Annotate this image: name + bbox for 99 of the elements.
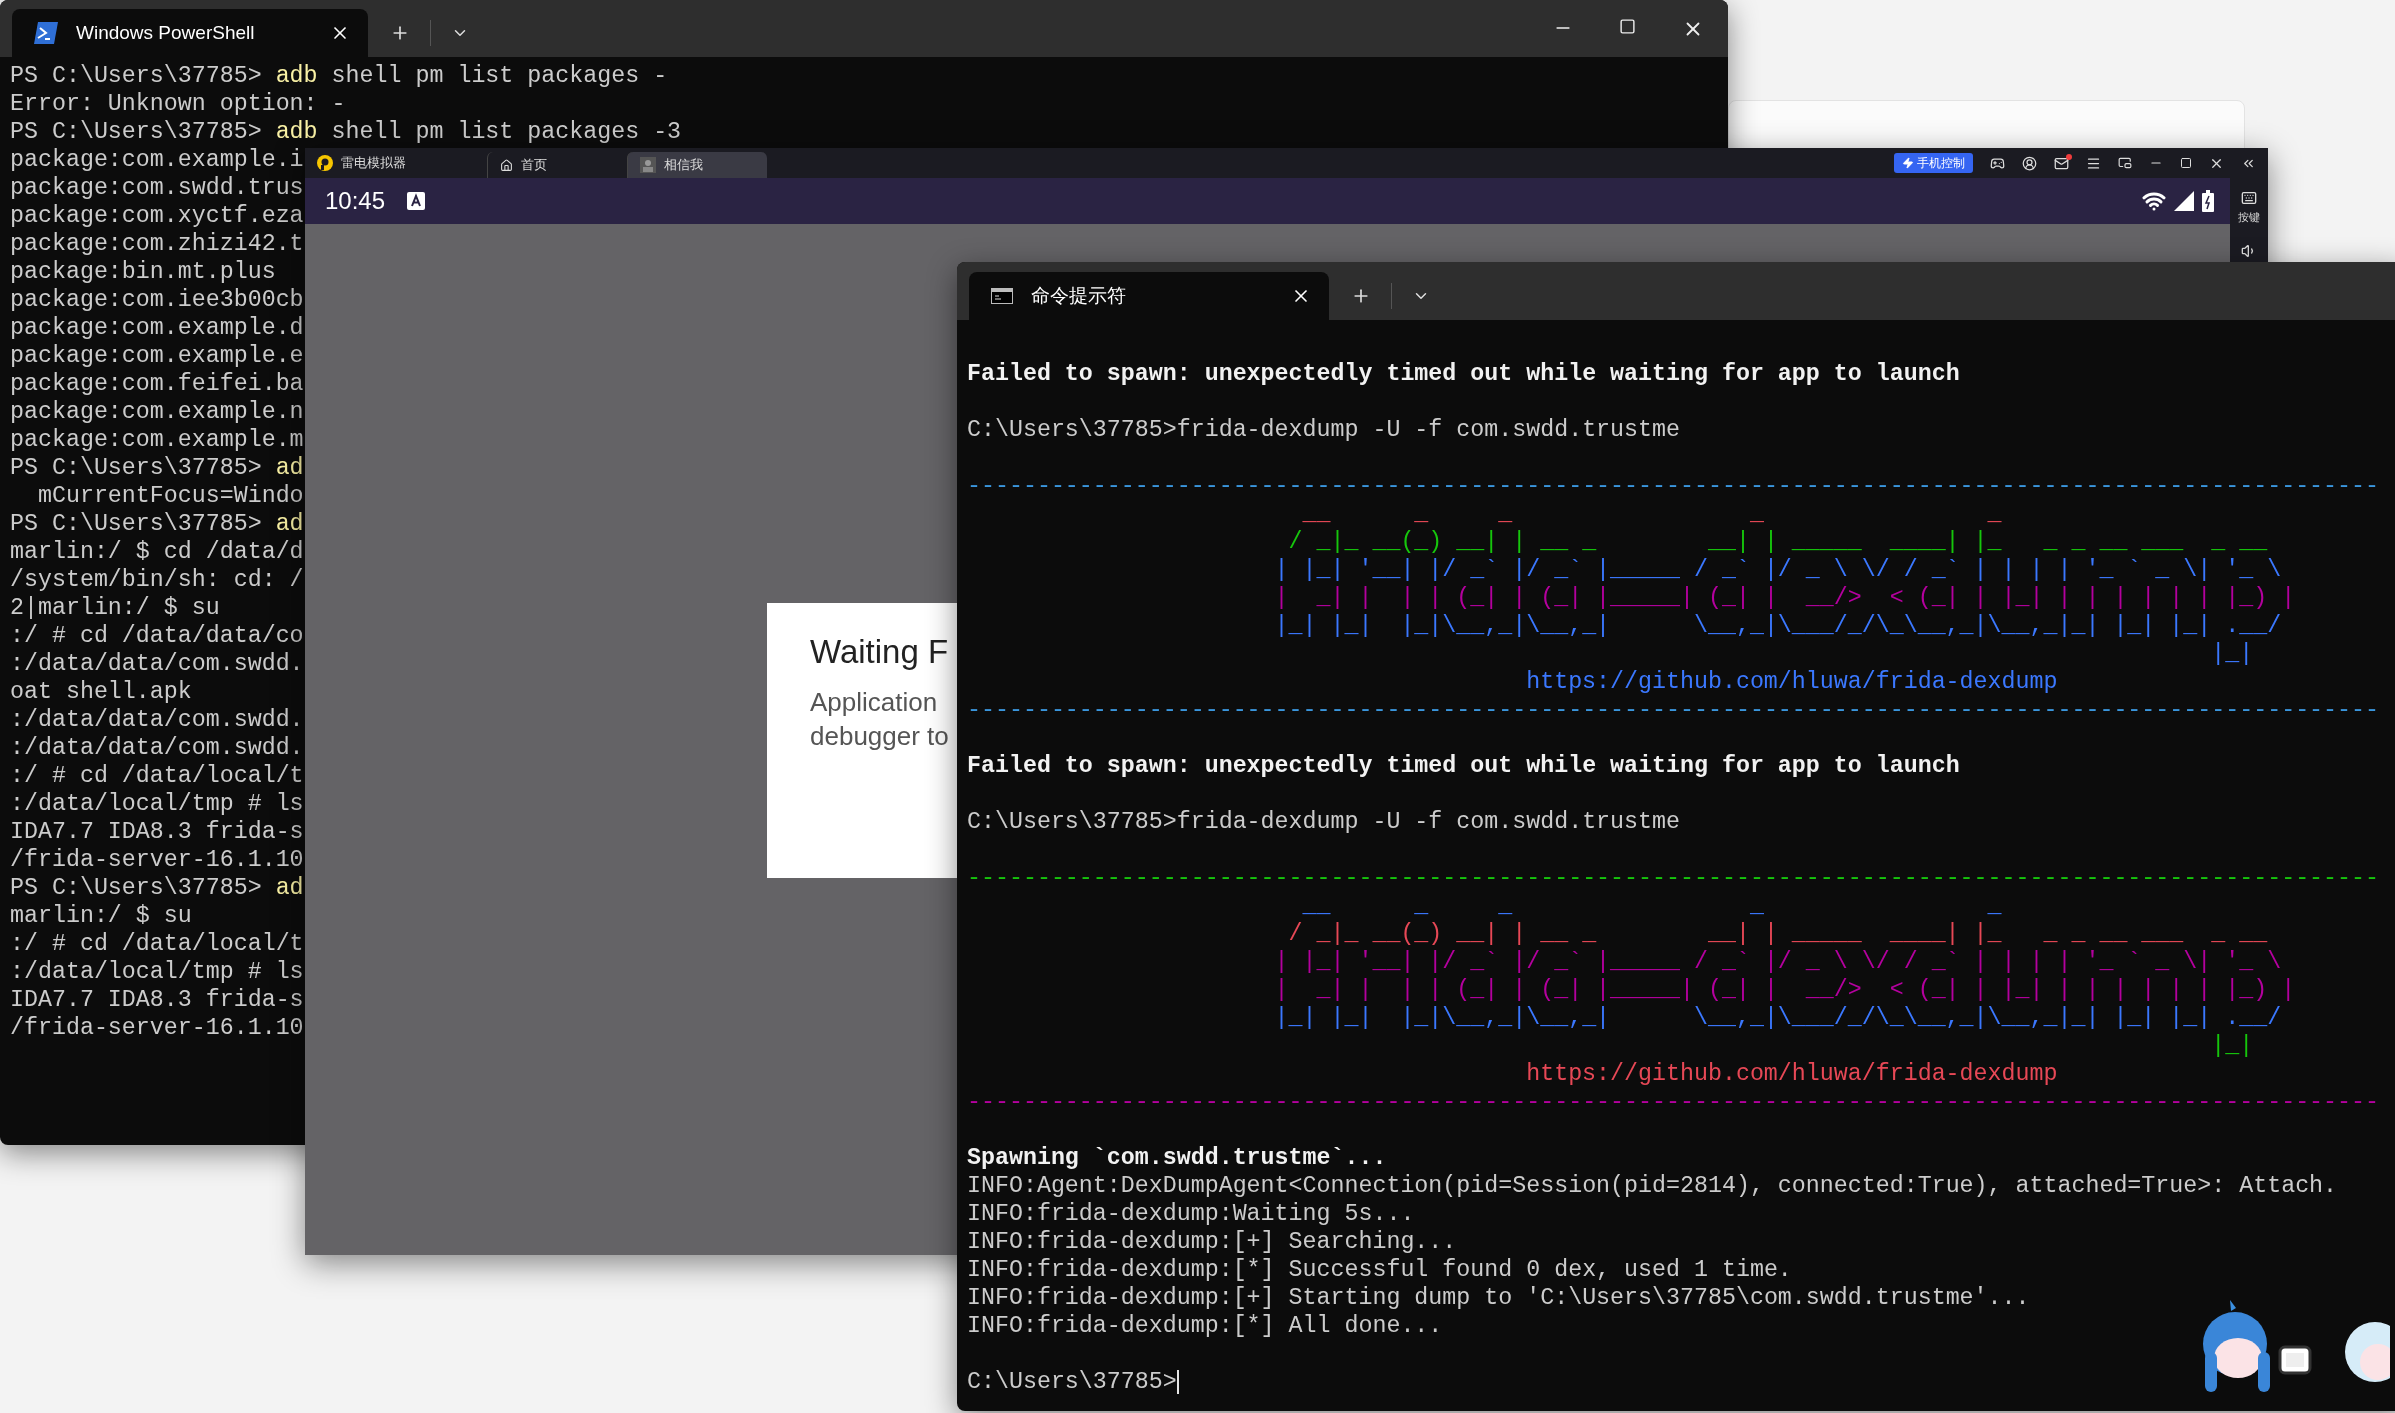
output-line: :/data/local/tmp # ls xyxy=(10,790,304,818)
ascii-art-line: | |_| '__| |/ _` |/ _` |_____ / _` |/ _ \ \/ / _` | | | | '_ ` _ \| '_ \ xyxy=(1274,948,2282,976)
prompt-text: PS C:\Users\37785> xyxy=(10,119,262,145)
url-text: https://github.com/hluwa/frida-dexdump xyxy=(1526,1060,2058,1088)
prompt-text: PS C:\Users\37785> xyxy=(10,511,262,537)
output-line: package:com.example.e xyxy=(10,342,304,370)
output-line: package:com.feifei.ba xyxy=(10,370,304,398)
terminal-icon xyxy=(34,22,58,44)
window-icon[interactable] xyxy=(2118,156,2132,170)
output-line: :/ # cd /data/local/t xyxy=(10,930,304,958)
prompt-text: PS C:\Users\37785> xyxy=(10,63,262,89)
command-args: shell pm list packages - xyxy=(331,63,668,89)
menu-icon[interactable] xyxy=(2086,155,2101,171)
text-cursor xyxy=(1176,1369,1179,1394)
output-line: package:com.example.i xyxy=(10,146,304,174)
output-line: package:com.example.d xyxy=(10,314,304,342)
output-line: :/data/local/tmp # ls xyxy=(10,958,304,986)
output-line: package:com.xyctf.eza xyxy=(10,202,304,230)
output-line: package:com.zhizi42.t xyxy=(10,230,304,258)
ascii-art-line: / _|_ __(_) __| | __ _ __| | _____ ____| |_ _ _ __ ___ _ __ xyxy=(1287,920,2268,948)
command-name: adb xyxy=(275,119,318,145)
prompt-text: PS C:\Users\37785> xyxy=(10,455,262,481)
output-line: package:com.swdd.trus xyxy=(10,174,304,202)
output-line: package:bin.mt.plus xyxy=(10,258,276,286)
ascii-art-line: |_| |_| |_|\__,_|\__,_| \__,_|\___/_/\_\__,_|\__,_|_| |_| |_| .__/ xyxy=(1274,612,2282,640)
separator-line: ----------------------------------------------------------------------------------------------------- xyxy=(967,472,2380,500)
ascii-art-line: __ _ _ _ _ xyxy=(1301,892,2002,920)
window-tab[interactable]: 命令提示符 xyxy=(969,272,1329,320)
mail-icon[interactable] xyxy=(2054,155,2069,171)
output-line: INFO:frida-dexdump:[+] Starting dump to 'C:\Users\37785\com.swdd.trustme'... xyxy=(967,1284,2030,1312)
ascii-art-line: | _| | | | (_| | (_| |_____| (_| | __/> < (_| | |_| | | | | | | |_) | xyxy=(1274,976,2296,1004)
window-tab[interactable]: Windows PowerShell xyxy=(12,9,368,57)
output-line: :/data/data/com.swdd. xyxy=(10,650,304,678)
output-line: INFO:frida-dexdump:[*] All done... xyxy=(967,1312,1443,1340)
ascii-art-line: / _|_ __(_) __| | __ _ __| | _____ ____| |_ _ _ __ ___ _ __ xyxy=(1287,528,2268,556)
output-line: INFO:frida-dexdump:[+] Searching... xyxy=(967,1228,1457,1256)
control-button[interactable]: 手机控制 xyxy=(1894,153,1973,173)
side-label: 按键 xyxy=(2238,210,2260,225)
output-line: marlin:/ $ cd /data/d xyxy=(10,538,304,566)
separator-line: ----------------------------------------------------------------------------------------------------- xyxy=(967,696,2380,724)
ascii-art-line: |_| |_| |_|\__,_|\__,_| \__,_|\___/_/\_\__,_|\__,_|_| |_| |_| .__/ xyxy=(1274,1004,2282,1032)
output-line: marlin:/ $ su xyxy=(10,902,192,930)
ascii-art-line: __ _ _ _ _ xyxy=(1301,500,2002,528)
home-icon xyxy=(500,158,513,172)
dialog-title: Waiting F xyxy=(810,633,949,671)
app-name: 雷电模拟器 xyxy=(341,154,406,172)
ascii-art-line: | _| | | | (_| | (_| |_____| (_| | __/> < (_| | |_| | | | | | | |_) | xyxy=(1274,584,2296,612)
command-name: ad xyxy=(275,511,304,537)
output-line: Failed to spawn: unexpectedly timed out while waiting for app to launch xyxy=(967,752,1960,780)
emulator-tab[interactable]: 相信我 xyxy=(627,152,767,178)
ascii-art-line: | |_| '__| |/ _` |/ _` |_____ / _` |/ _ \ \/ / _` | | | | '_ ` _ \| '_ \ xyxy=(1274,556,2282,584)
ascii-art-line: |_| xyxy=(2210,640,2254,668)
url-text: https://github.com/hluwa/frida-dexdump xyxy=(1526,668,2058,696)
keyboard-icon[interactable] xyxy=(2241,190,2257,206)
output-line: INFO:Agent:DexDumpAgent<Connection(pid=Session(pid=2814), connected:True), attached=True>: Attach. xyxy=(967,1172,2338,1200)
output-line: package:com.example.m xyxy=(10,426,304,454)
maximize-icon[interactable] xyxy=(2180,157,2192,169)
output-line: Failed to spawn: unexpectedly timed out while waiting for app to launch xyxy=(967,360,1960,388)
ascii-art-line: |_| xyxy=(2210,1032,2254,1060)
command-name: ad xyxy=(275,455,304,481)
status-time: 10:45 xyxy=(325,187,386,215)
output-line: :/ # cd /data/local/t xyxy=(10,762,304,790)
user-icon[interactable] xyxy=(2022,155,2037,171)
output-line: INFO:frida-dexdump:[*] Successful found 0 dex, used 1 time. xyxy=(967,1256,1792,1284)
separator-line: ----------------------------------------------------------------------------------------------------- xyxy=(967,864,2380,892)
separator-line: ----------------------------------------------------------------------------------------------------- xyxy=(967,1088,2380,1116)
output-line: /system/bin/sh: cd: / xyxy=(10,566,304,594)
output-line: :/data/data/com.swdd. xyxy=(10,706,304,734)
prompt-text: C:\Users\37785> xyxy=(967,1369,1177,1395)
dialog-text: Application debugger to xyxy=(810,686,950,753)
output-line: IDA7.7 IDA8.3 frida-s xyxy=(10,818,304,846)
output-line: package:com.iee3b00cb xyxy=(10,286,304,314)
output-line: :/ # cd /data/data/co xyxy=(10,622,304,650)
notification-icon xyxy=(407,192,426,210)
output-line: /frida-server-16.1.10 xyxy=(10,846,304,874)
output-line: IDA7.7 IDA8.3 frida-s xyxy=(10,986,304,1014)
battery-icon xyxy=(2202,190,2214,212)
output-line: C:\Users\37785>frida-dexdump -U -f com.swdd.trustme xyxy=(967,416,1680,444)
prompt-text: PS C:\Users\37785> xyxy=(10,875,262,901)
output-line: /frida-server-16.1.10 xyxy=(10,1014,304,1042)
command-args: shell pm list packages -3 xyxy=(331,119,682,145)
app-icon xyxy=(640,157,656,173)
terminal-icon xyxy=(991,288,1013,304)
gamepad-icon[interactable] xyxy=(1990,155,2005,171)
output-line: Error: Unknown option: - xyxy=(10,90,346,118)
output-line: Spawning `com.swdd.trustme`... xyxy=(967,1144,1387,1172)
output-line: C:\Users\37785>frida-dexdump -U -f com.swdd.trustme xyxy=(967,808,1680,836)
logo-icon xyxy=(317,155,333,171)
output-line: INFO:frida-dexdump:Waiting 5s... xyxy=(967,1200,1415,1228)
output-line: mCurrentFocus=Windo xyxy=(36,482,304,510)
signal-icon xyxy=(2174,191,2194,211)
command-name: ad xyxy=(275,875,304,901)
output-line: :/data/data/com.swdd. xyxy=(10,734,304,762)
output-line: 2|marlin:/ $ su xyxy=(10,594,220,622)
maximize-icon[interactable] xyxy=(1619,17,1636,35)
command-name: adb xyxy=(275,63,318,89)
output-line: package:com.example.n xyxy=(10,398,304,426)
output-line: oat shell.apk xyxy=(10,678,192,706)
lightning-icon xyxy=(1902,157,1914,169)
